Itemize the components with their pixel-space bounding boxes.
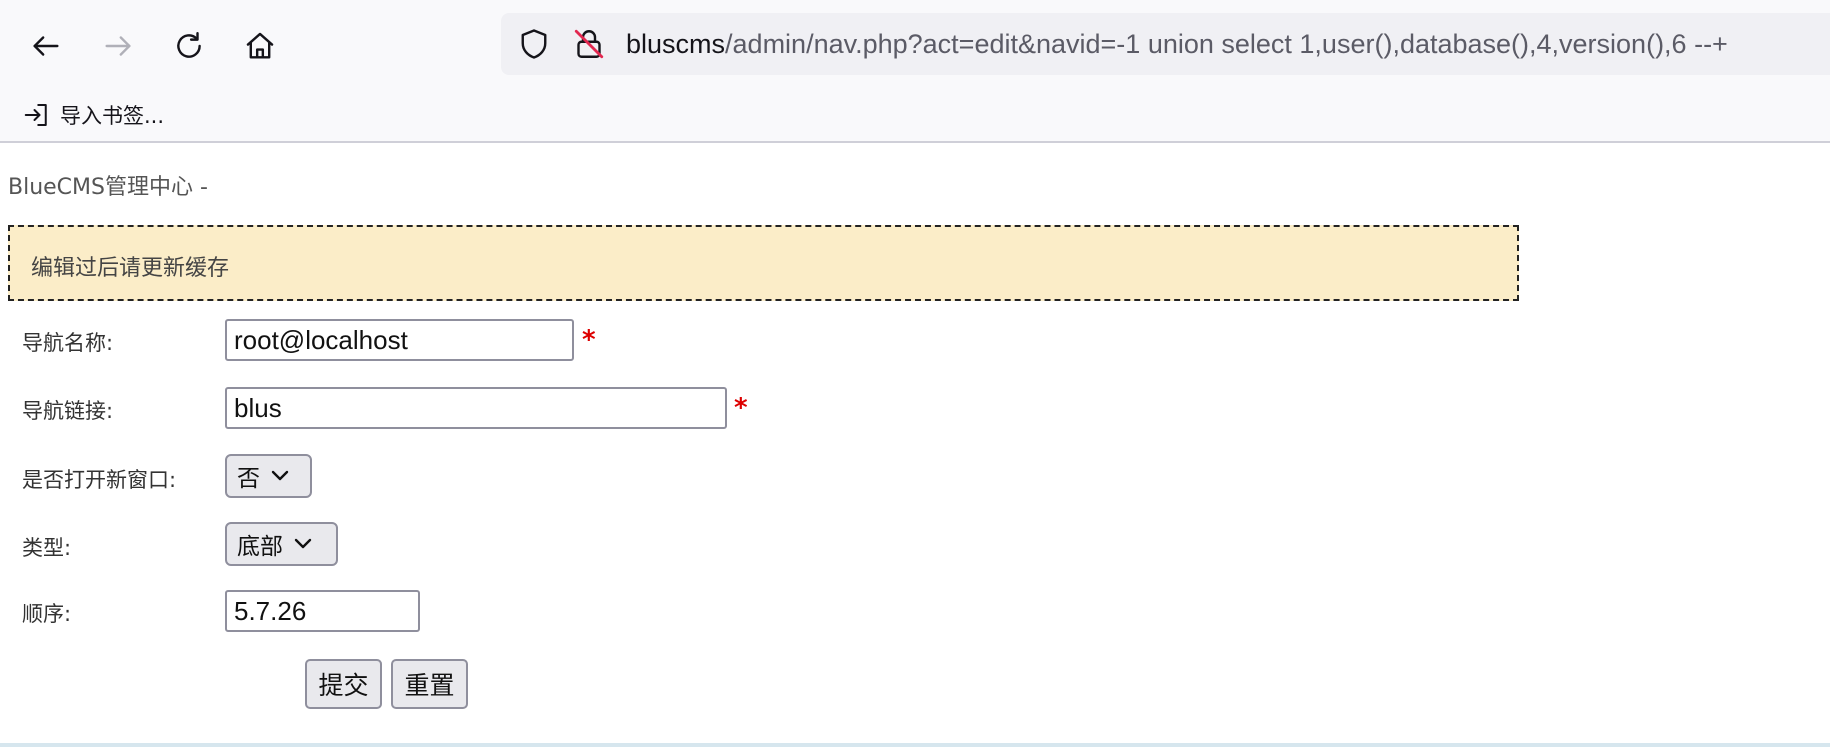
type-row: 类型: 底部	[0, 522, 1000, 568]
required-mark: *	[734, 393, 748, 423]
nav-name-input[interactable]: root@localhost	[225, 319, 574, 361]
home-button[interactable]	[238, 24, 282, 68]
insecure-lock-icon[interactable]	[571, 26, 607, 62]
reload-icon	[177, 32, 201, 58]
new-window-label: 是否打开新窗口:	[22, 468, 177, 492]
new-window-row: 是否打开新窗口: 否	[0, 454, 1000, 500]
browser-toolbar: bluscms/admin/nav.php?act=edit&navid=-1 …	[0, 0, 1830, 90]
chevron-down-icon	[271, 470, 289, 481]
order-input[interactable]: 5.7.26	[225, 590, 420, 632]
import-bookmarks-label: 导入书签...	[60, 104, 165, 128]
page-title: BlueCMS管理中心 -	[8, 175, 208, 200]
page-content: BlueCMS管理中心 - 编辑过后请更新缓存 导航名称: root@local…	[0, 143, 1830, 750]
url-bar[interactable]: bluscms/admin/nav.php?act=edit&navid=-1 …	[501, 13, 1830, 75]
submit-button[interactable]: 提交	[305, 659, 382, 709]
import-bookmarks-button[interactable]: 导入书签...	[22, 98, 164, 132]
notice-text: 编辑过后请更新缓存	[31, 256, 230, 281]
type-select[interactable]: 底部	[225, 522, 338, 566]
order-label: 顺序:	[22, 602, 72, 626]
nav-name-row: 导航名称: root@localhost *	[0, 319, 1000, 365]
nav-link-input[interactable]: blus	[225, 387, 727, 429]
required-mark: *	[582, 325, 596, 355]
url-text[interactable]: bluscms/admin/nav.php?act=edit&navid=-1 …	[626, 27, 1728, 61]
forward-button[interactable]	[96, 24, 140, 68]
bookmarks-toolbar: 导入书签...	[0, 90, 1830, 143]
reset-button[interactable]: 重置	[391, 659, 468, 709]
shield-icon[interactable]	[516, 26, 552, 62]
new-window-select[interactable]: 否	[225, 454, 312, 498]
reload-button[interactable]	[167, 24, 211, 68]
back-button[interactable]	[24, 24, 68, 68]
arrow-left-icon	[33, 36, 59, 56]
form-actions: 提交 重置	[0, 659, 1000, 709]
type-label: 类型:	[22, 536, 72, 560]
url-path: /admin/nav.php?act=edit&navid=-1 union s…	[725, 29, 1728, 59]
order-row: 顺序: 5.7.26	[0, 590, 1000, 636]
divider	[0, 743, 1830, 747]
nav-link-label: 导航链接:	[22, 399, 114, 423]
nav-link-row: 导航链接: blus *	[0, 387, 1000, 433]
chevron-down-icon	[294, 538, 312, 549]
import-icon	[24, 104, 47, 126]
type-selected: 底部	[237, 534, 283, 560]
nav-name-label: 导航名称:	[22, 331, 114, 355]
url-host: bluscms	[626, 29, 726, 59]
new-window-selected: 否	[237, 466, 260, 492]
notice-box: 编辑过后请更新缓存	[8, 225, 1519, 301]
arrow-right-icon	[105, 36, 131, 56]
home-icon	[246, 32, 274, 59]
